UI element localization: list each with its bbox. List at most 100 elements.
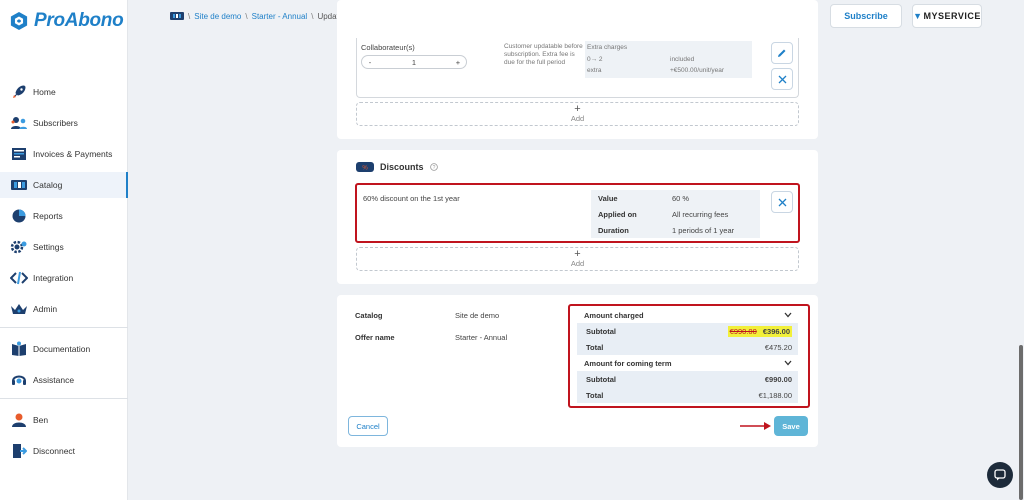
subtotal-old: €990.00 [729, 326, 757, 336]
save-button[interactable]: Save [774, 416, 808, 436]
sidebar-item-label: Subscribers [33, 118, 78, 128]
sidebar-item-label: Invoices & Payments [33, 149, 113, 159]
myservice-logo[interactable]: ▼ MYSERVICE [912, 4, 982, 28]
quantity-value[interactable]: 1 [378, 58, 450, 67]
sidebar-divider [0, 398, 128, 399]
close-icon [778, 75, 786, 83]
pencil-icon [778, 49, 786, 57]
myservice-name: MYSERVICE [923, 11, 981, 21]
subtotal-label: Subtotal [586, 326, 616, 336]
discounts-header: % Discounts ? [356, 162, 438, 172]
coming-subtotal-row: Subtotal €990.00 [577, 371, 798, 387]
myservice-v-icon: ▼ [913, 11, 923, 21]
feature-note: Customer updatable before subscription. … [504, 43, 583, 66]
add-label: Add [570, 259, 585, 268]
catalog-icon [10, 176, 28, 194]
coming-total-value: €1,188.00 [758, 390, 792, 400]
scrollbar[interactable] [1019, 345, 1023, 500]
coming-term-title: Amount for coming term [584, 358, 672, 368]
extra-charges-title: Extra charges [587, 44, 628, 51]
brand-logo[interactable]: ProAbono [10, 10, 124, 32]
coming-term-header[interactable]: Amount for coming term [577, 356, 798, 370]
help-icon[interactable]: ? [429, 163, 438, 171]
subscribe-button[interactable]: Subscribe [830, 4, 902, 28]
amount-charged-header[interactable]: Amount charged [577, 308, 798, 322]
sidebar-item-catalog[interactable]: Catalog [0, 172, 128, 198]
decrement-button[interactable]: - [362, 58, 378, 67]
chevron-down-icon [784, 312, 792, 318]
sidebar-item-label: Admin [33, 304, 58, 314]
extra-charges-panel: Extra charges 0→ 2 included extra +€500.… [585, 41, 752, 78]
sidebar-item-user[interactable]: Ben [0, 407, 128, 433]
coming-total-label: Total [586, 390, 604, 400]
discount-duration-value: 1 periods of 1 year [672, 226, 735, 235]
coming-subtotal-label: Subtotal [586, 374, 616, 384]
sidebar-item-reports[interactable]: Reports [0, 203, 128, 229]
add-label: Add [570, 114, 585, 123]
sidebar-item-invoices[interactable]: Invoices & Payments [0, 141, 128, 167]
user-icon [10, 411, 28, 429]
sidebar-item-home[interactable]: Home [0, 79, 128, 105]
breadcrumb-catalog[interactable]: Site de demo [194, 12, 241, 21]
discount-value-label: Value [598, 194, 618, 203]
breadcrumb-offer[interactable]: Starter - Annual [252, 12, 308, 21]
rocket-icon [10, 83, 28, 101]
gear-icon [10, 238, 28, 256]
sidebar-divider [0, 327, 128, 328]
offer-name-label: Offer name [355, 333, 395, 342]
chat-icon [994, 469, 1006, 481]
chat-button[interactable] [987, 462, 1013, 488]
discounts-title: Discounts [380, 162, 424, 172]
sidebar-item-label: Integration [33, 273, 74, 283]
add-discount-button[interactable]: + Add [356, 247, 799, 271]
sidebar-item-label: Catalog [33, 180, 63, 190]
edit-button[interactable] [771, 42, 793, 64]
invoice-icon [10, 145, 28, 163]
breadcrumb-separator: \ [311, 11, 314, 21]
logout-icon [10, 442, 28, 460]
remove-discount-button[interactable] [771, 191, 793, 213]
sidebar-item-label: Reports [33, 211, 63, 221]
feature-name: Collaborateur(s) [361, 43, 415, 52]
users-icon [10, 114, 28, 132]
sidebar-item-assistance[interactable]: Assistance [0, 367, 128, 393]
catalog-label: Catalog [355, 311, 383, 320]
catalog-value: Site de demo [455, 311, 500, 320]
sidebar-item-disconnect[interactable]: Disconnect [0, 438, 128, 464]
total-row: Total €475.20 [577, 339, 798, 355]
extra-value: +€500.00/unit/year [670, 67, 725, 74]
sidebar-item-integration[interactable]: Integration [0, 265, 128, 291]
subtotal-amounts: €990.00 €396.00 [727, 325, 792, 337]
chevron-down-icon [784, 360, 792, 366]
sidebar-item-label: Documentation [33, 344, 91, 354]
sidebar-item-documentation[interactable]: Documentation [0, 336, 128, 362]
cancel-button[interactable]: Cancel [348, 416, 388, 436]
discount-description: 60% discount on the 1st year [363, 194, 460, 203]
sidebar: ProAbono Home Subscribers Invoices & Pay… [0, 0, 128, 500]
extra-label: extra [587, 67, 602, 74]
range-value: included [670, 56, 695, 63]
coming-total-row: Total €1,188.00 [577, 387, 798, 403]
remove-feature-button[interactable] [771, 68, 793, 90]
offer-name-value: Starter - Annual [455, 333, 508, 342]
close-icon [778, 198, 786, 206]
discount-tag-icon: % [356, 162, 374, 172]
sidebar-item-settings[interactable]: Settings [0, 234, 128, 260]
svg-text:?: ? [432, 165, 435, 171]
sidebar-item-label: Assistance [33, 375, 75, 385]
plus-icon: + [574, 103, 581, 115]
add-feature-button[interactable]: + Add [356, 102, 799, 126]
amount-charged-title: Amount charged [584, 310, 644, 320]
book-icon [10, 340, 28, 358]
subtotal-row: Subtotal €990.00 €396.00 [577, 323, 798, 339]
sidebar-item-label: Disconnect [33, 446, 76, 456]
pie-chart-icon [10, 207, 28, 225]
hexagon-logo-icon [10, 12, 28, 30]
sidebar-item-subscribers[interactable]: Subscribers [0, 110, 128, 136]
discount-applied-label: Applied on [598, 210, 637, 219]
sidebar-item-label: Settings [33, 242, 64, 252]
increment-button[interactable]: + [450, 58, 466, 67]
sidebar-item-admin[interactable]: Admin [0, 296, 128, 322]
catalog-icon [170, 12, 184, 20]
quantity-stepper[interactable]: - 1 + [361, 55, 467, 69]
